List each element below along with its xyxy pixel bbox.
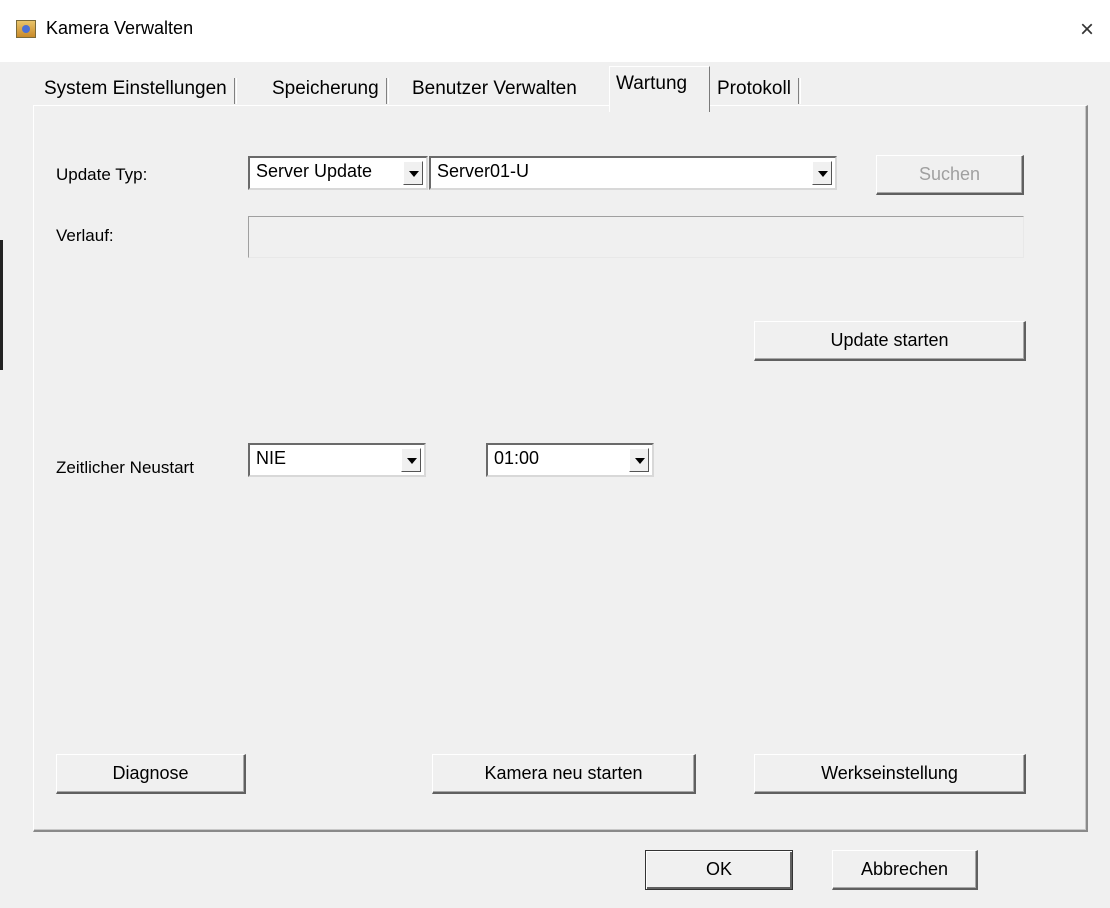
chevron-down-icon[interactable]	[629, 448, 649, 472]
update-type-label: Update Typ:	[56, 165, 148, 184]
chevron-down-icon[interactable]	[812, 161, 832, 185]
reboot-camera-button[interactable]: Kamera neu starten	[432, 754, 696, 794]
tab-label: System Einstellungen	[44, 78, 227, 99]
restart-time-value: 01:00	[494, 448, 540, 468]
diagnose-button[interactable]: Diagnose	[56, 754, 246, 794]
restart-frequency-select[interactable]: NIE	[248, 443, 426, 477]
scheduled-restart-label: Zeitlicher Neustart	[56, 458, 194, 477]
ok-button[interactable]: OK	[645, 850, 793, 890]
camera-app-icon	[16, 20, 36, 38]
update-type-value: Server Update	[256, 161, 373, 181]
tab-wartung[interactable]: Wartung	[609, 66, 710, 112]
dialog-window: Kamera Verwalten × System Einstellungen …	[0, 0, 1110, 908]
update-type-select[interactable]: Server Update	[248, 156, 428, 190]
server-select[interactable]: Server01-U	[429, 156, 837, 190]
restart-frequency-value: NIE	[256, 448, 287, 468]
server-value: Server01-U	[437, 161, 530, 181]
tab-label: Speicherung	[272, 78, 379, 99]
tab-label: Benutzer Verwalten	[412, 78, 577, 99]
cancel-button[interactable]: Abbrechen	[832, 850, 978, 890]
chevron-down-icon[interactable]	[401, 448, 421, 472]
close-icon[interactable]: ×	[1064, 12, 1110, 48]
chevron-down-icon[interactable]	[403, 161, 423, 185]
restart-time-select[interactable]: 01:00	[486, 443, 654, 477]
window-title: Kamera Verwalten	[46, 18, 194, 38]
progress-label: Verlauf:	[56, 226, 114, 245]
tab-label: Protokoll	[717, 78, 791, 99]
start-update-button[interactable]: Update starten	[754, 321, 1026, 361]
title-bar: Kamera Verwalten ×	[0, 0, 1110, 62]
tab-label: Wartung	[616, 73, 688, 94]
progress-field	[248, 216, 1024, 258]
window-edge	[0, 240, 3, 370]
search-button[interactable]: Suchen	[876, 155, 1024, 195]
factory-reset-button[interactable]: Werkseinstellung	[754, 754, 1026, 794]
